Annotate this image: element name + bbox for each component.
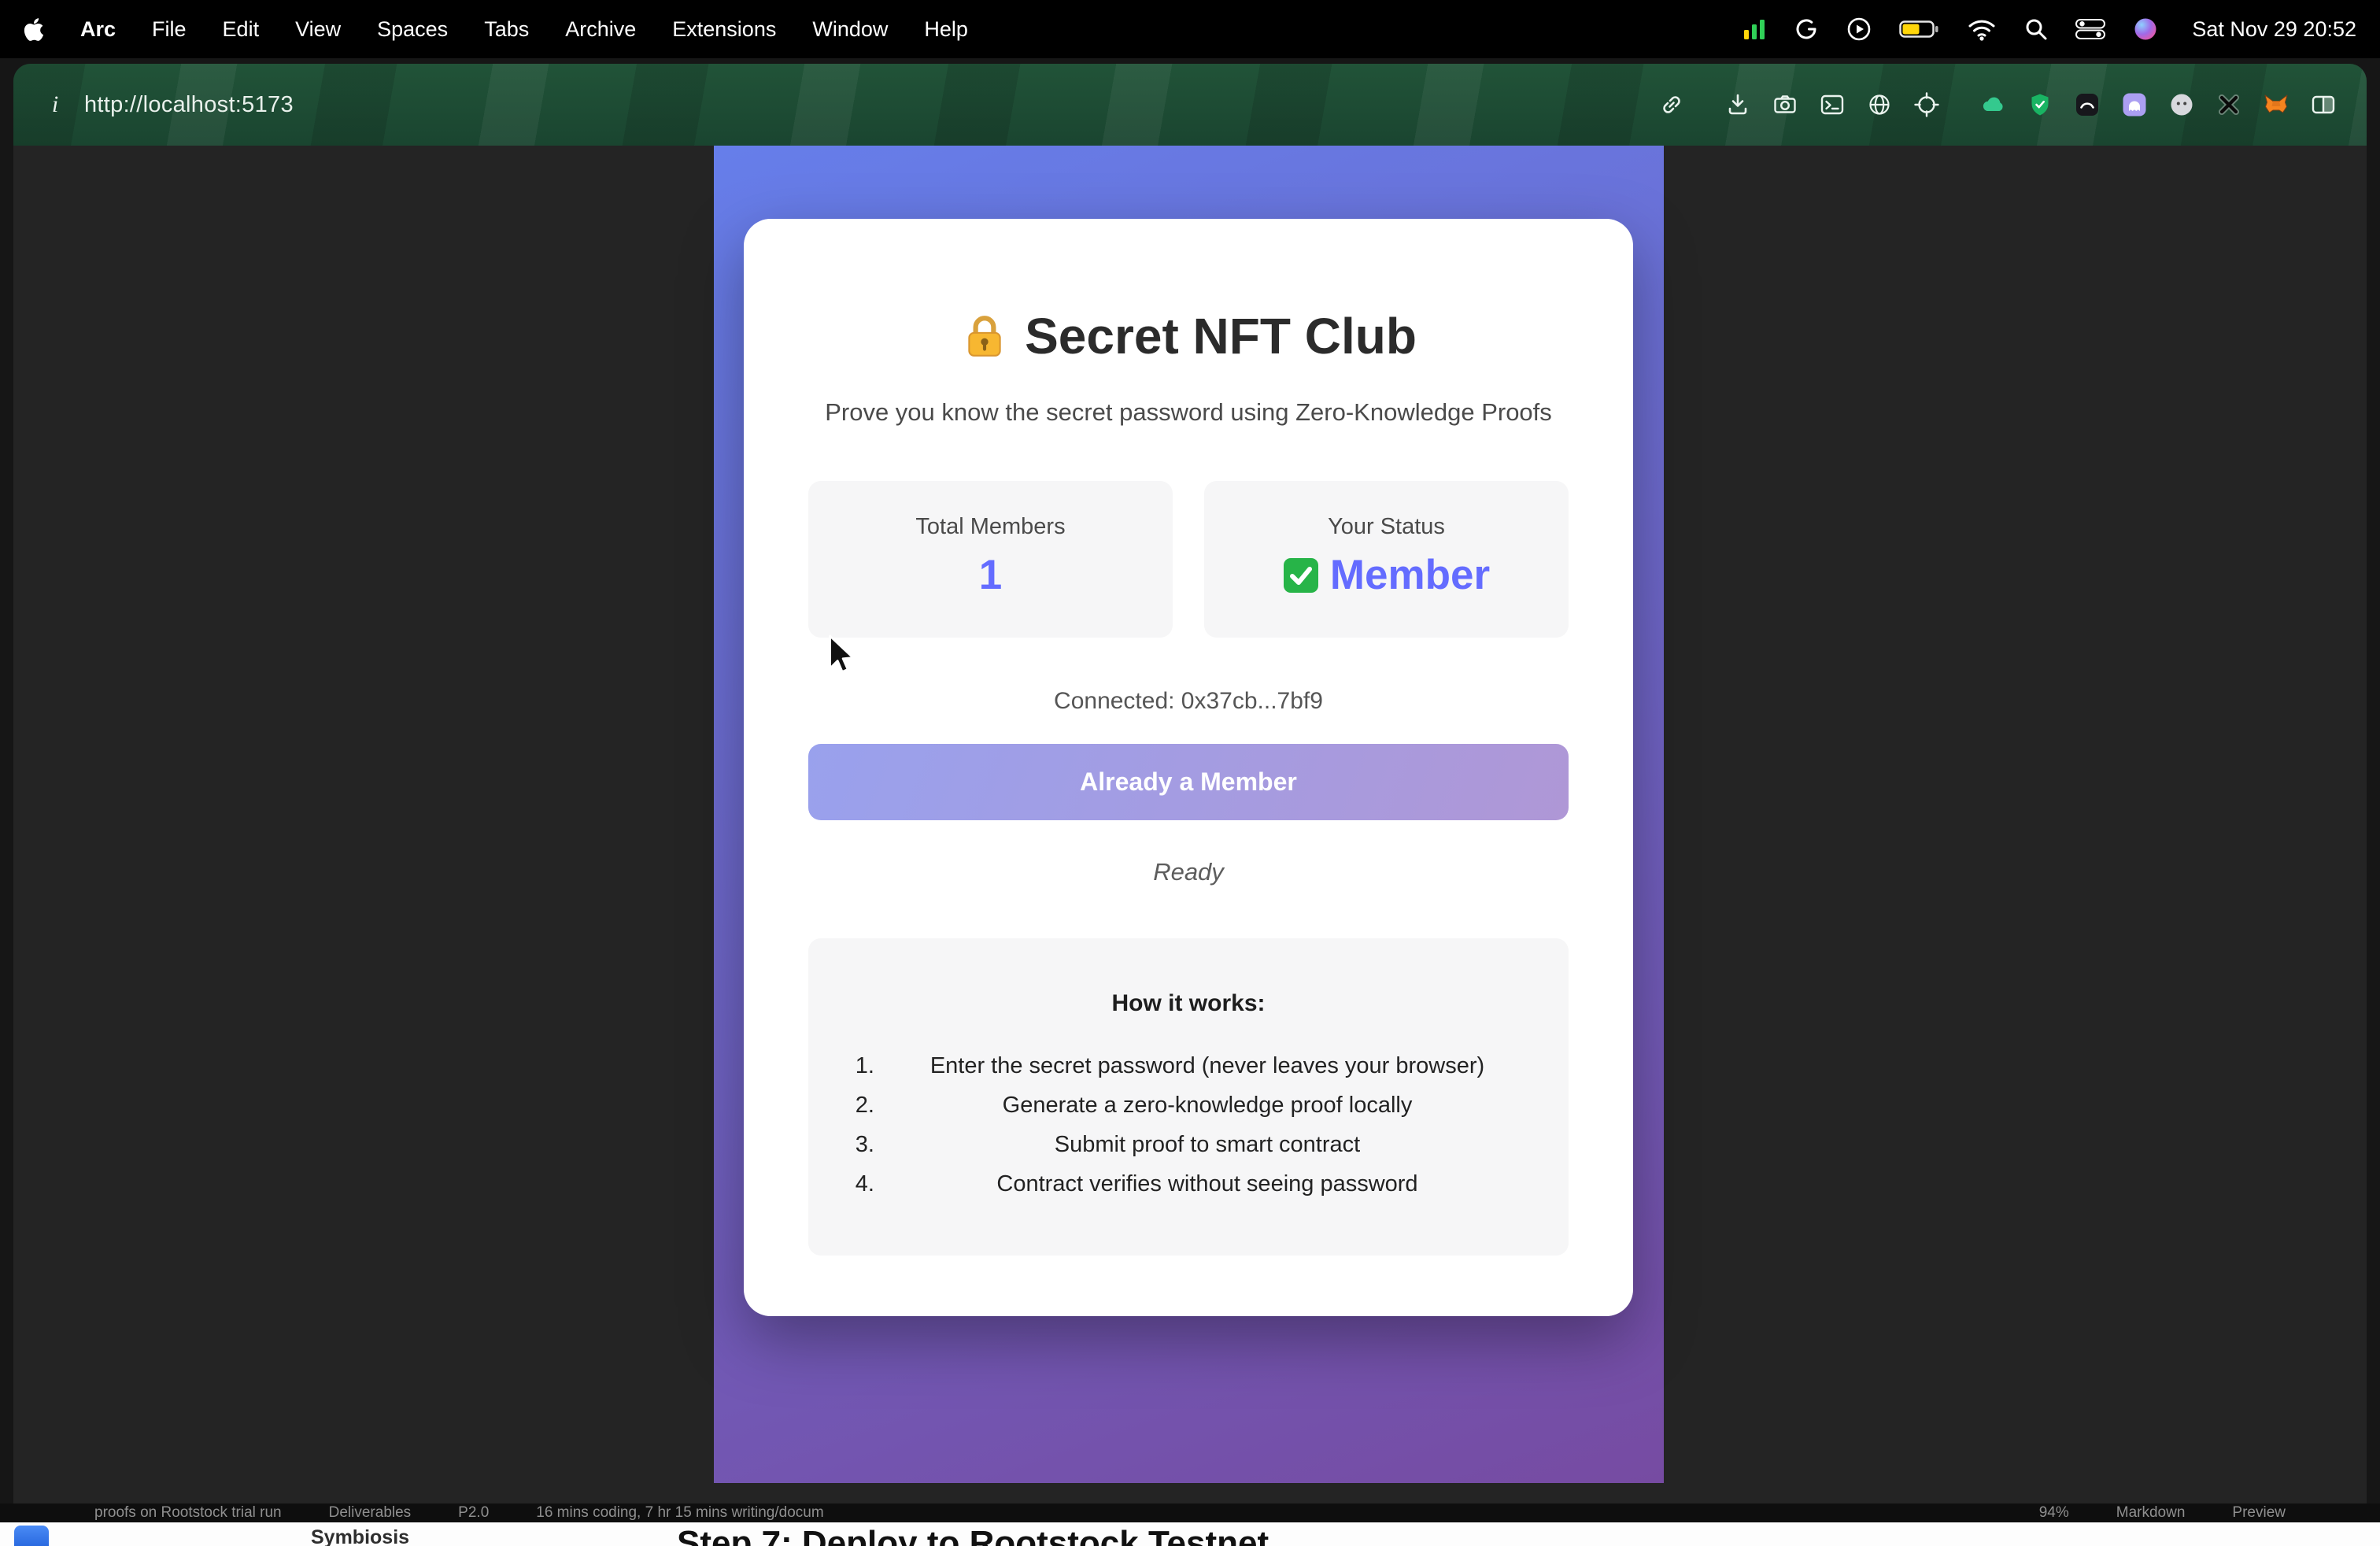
menu-item-help[interactable]: Help [924,17,968,42]
apple-logo-icon[interactable] [24,17,44,43]
search-icon[interactable] [2023,17,2049,42]
how-step-2: Generate a zero-knowledge proof locally [881,1086,1534,1125]
url-text[interactable]: http://localhost:5173 [84,92,294,118]
target-icon[interactable] [1912,90,1942,120]
x-extension-icon[interactable] [2214,90,2244,120]
menu-item-archive[interactable]: Archive [565,17,636,42]
play-circle-icon[interactable] [1846,16,1872,43]
browser-toolbar: i http://localhost:5173 [13,64,2367,146]
stats-row: Total Members 1 Your Status Member [808,481,1569,638]
stat-value: 1 [808,551,1173,599]
app-card: Secret NFT Club Prove you know the secre… [744,219,1633,1316]
menu-item-tabs[interactable]: Tabs [484,17,529,42]
browser-viewport: Secret NFT Club Prove you know the secre… [13,146,2367,1503]
how-it-works-title: How it works: [808,990,1569,1017]
menu-item-file[interactable]: File [152,17,187,42]
how-step-1: Enter the secret password (never leaves … [881,1046,1534,1086]
green-cloud-extension-icon[interactable] [1978,90,2008,120]
how-step-3: Submit proof to smart contract [881,1125,1534,1164]
check-icon [1283,557,1319,594]
menu-item-spaces[interactable]: Spaces [377,17,448,42]
split-view-icon[interactable] [2308,90,2338,120]
menu-clock[interactable]: Sat Nov 29 20:52 [2192,17,2356,42]
status-text: Ready [744,858,1633,886]
phantom-extension-icon[interactable] [2119,90,2149,120]
menu-item-edit[interactable]: Edit [223,17,260,42]
how-it-works-list: Enter the secret password (never leaves … [808,1046,1569,1204]
menu-item-view[interactable]: View [295,17,341,42]
already-member-button[interactable]: Already a Member [808,744,1569,820]
background-left-text: Symbiosis [311,1526,409,1546]
background-status-bar: proofs on Rootstock trial run Deliverabl… [0,1503,2380,1522]
background-window-edge: Symbiosis Step 7: Deploy to Rootstock Te… [0,1522,2380,1546]
how-it-works-panel: How it works: Enter the secret password … [808,938,1569,1256]
total-members-stat: Total Members 1 [808,481,1173,638]
page-title: Secret NFT Club [744,307,1633,365]
control-center-icon[interactable] [2075,19,2105,39]
status-item: 16 mins coding, 7 hr 15 mins writing/doc… [536,1504,823,1522]
grammarly-icon[interactable] [1794,17,1819,42]
status-item: Preview [2232,1504,2286,1522]
siri-icon[interactable] [2132,16,2159,43]
stat-value: Member [1204,551,1569,599]
status-item: Markdown [2116,1504,2186,1522]
status-item: proofs on Rootstock trial run [94,1504,282,1522]
status-item: P2.0 [458,1504,489,1522]
wifi-icon[interactable] [1967,17,1997,42]
connected-address: Connected: 0x37cb...7bf9 [744,688,1633,715]
stat-label: Total Members [808,514,1173,540]
link-icon[interactable] [1657,90,1687,120]
terminal-icon[interactable] [1817,90,1847,120]
your-status-stat: Your Status Member [1204,481,1569,638]
menu-item-window[interactable]: Window [812,17,888,42]
download-icon[interactable] [1723,90,1753,120]
black-wallet-extension-icon[interactable] [2072,90,2102,120]
globe-icon[interactable] [1864,90,1894,120]
status-item: Deliverables [329,1504,412,1522]
green-shield-extension-icon[interactable] [2025,90,2055,120]
page-subtitle: Prove you know the secret password using… [744,398,1633,427]
how-step-4: Contract verifies without seeing passwor… [881,1164,1534,1204]
macos-menu-bar: Arc File Edit View Spaces Tabs Archive E… [0,0,2380,58]
lock-icon [960,312,1009,361]
battery-icon[interactable] [1899,16,1940,43]
status-value-text: Member [1330,551,1490,599]
menu-app-name[interactable]: Arc [80,17,116,42]
gray-extension-icon[interactable] [2167,90,2197,120]
blue-app-icon [14,1526,49,1546]
page-gradient-background: Secret NFT Club Prove you know the secre… [714,146,1664,1483]
menu-item-extensions[interactable]: Extensions [672,17,776,42]
screenshot-icon[interactable] [1770,90,1800,120]
status-item: 94% [2039,1504,2069,1522]
browser-window: i http://localhost:5173 [13,64,2367,1503]
page-title-text: Secret NFT Club [1025,307,1417,365]
mouse-cursor [826,634,858,677]
site-info-icon[interactable]: i [37,87,73,123]
background-heading: Step 7: Deploy to Rootstock Testnet [677,1524,1269,1546]
metamask-extension-icon[interactable] [2261,90,2291,120]
stocks-icon[interactable] [1742,17,1767,42]
stat-label: Your Status [1204,514,1569,540]
